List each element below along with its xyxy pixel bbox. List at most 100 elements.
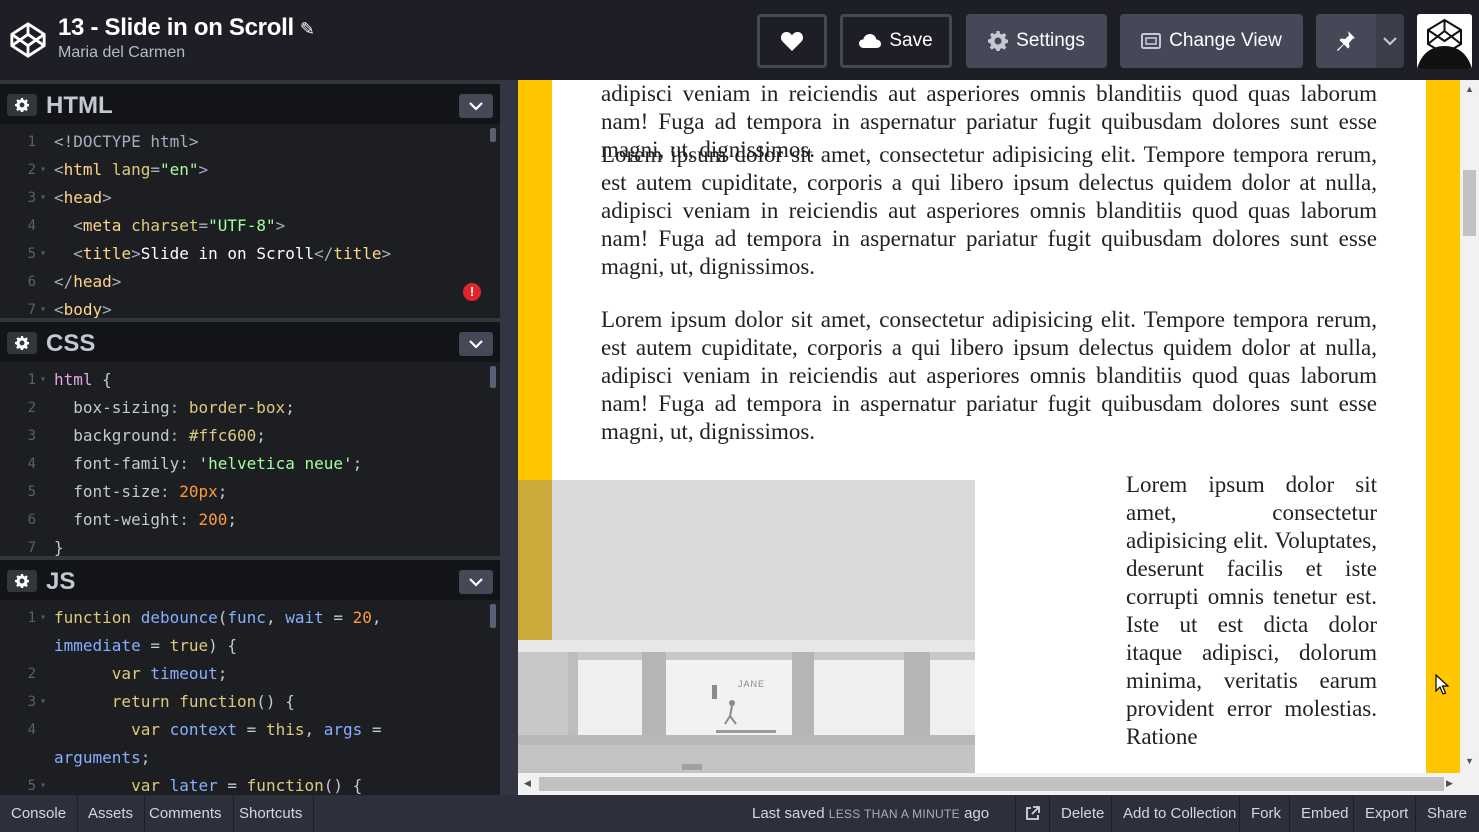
line-number: 1 xyxy=(27,134,36,150)
embed-button[interactable]: Embed xyxy=(1289,795,1360,832)
open-external-button[interactable] xyxy=(1015,795,1049,832)
preview-horizontal-scroll-thumb[interactable] xyxy=(539,777,1444,791)
share-button[interactable]: Share xyxy=(1415,795,1478,832)
top-header: 13 - Slide in on Scroll ✎ Maria del Carme… xyxy=(0,0,1479,80)
pen-author[interactable]: Maria del Carmen xyxy=(58,44,185,62)
code-text: box-sizing: border-box; xyxy=(54,398,295,417)
save-button[interactable]: Save xyxy=(840,14,952,68)
js-editor-scrollbar[interactable] xyxy=(490,604,496,628)
code-text: <!DOCTYPE html> xyxy=(54,132,199,151)
editor-preview-resizer[interactable] xyxy=(500,80,518,795)
css-editor-scrollbar[interactable] xyxy=(490,366,496,388)
code-text: <html lang="en"> xyxy=(54,160,209,179)
css-code[interactable]: 1 ▾ html {2 box-sizing: border-box; 3 backg… xyxy=(0,366,500,558)
export-button[interactable]: Export xyxy=(1353,795,1419,832)
js-editor-menu-button[interactable] xyxy=(459,570,493,594)
pin-dropdown-button[interactable] xyxy=(1376,14,1404,68)
code-line[interactable]: 2 var timeout; xyxy=(0,660,500,688)
avatar-image xyxy=(1417,14,1472,69)
code-line[interactable]: 7 ▾ <body> xyxy=(0,296,500,320)
code-line[interactable]: 4 font-family: 'helvetica neue'; xyxy=(0,450,500,478)
fold-arrow-icon[interactable]: ▾ xyxy=(40,156,46,184)
html-settings-button[interactable] xyxy=(7,94,37,116)
html-code[interactable]: 1 <!DOCTYPE html> 2 ▾ <html lang="en"> 3 ▾ <hea… xyxy=(0,128,500,320)
html-editor-scrollbar[interactable] xyxy=(490,128,496,142)
code-line[interactable]: 4 var context = this, args = xyxy=(0,716,500,744)
add-to-collection-button[interactable]: Add to Collection xyxy=(1111,795,1247,832)
shortcuts-button[interactable]: Shortcuts xyxy=(228,795,315,832)
line-number: 6 xyxy=(27,274,36,290)
preview-paragraph: Lorem ipsum dolor sit amet, consectetur … xyxy=(601,307,1377,444)
code-line[interactable]: 3 ▾ <head> xyxy=(0,184,500,212)
fold-arrow-icon[interactable]: ▾ xyxy=(40,296,46,320)
html-editor-menu-button[interactable] xyxy=(459,94,493,118)
scroll-up-arrow-icon[interactable]: ▲ xyxy=(1465,84,1474,94)
code-line[interactable]: 2 ▾ <html lang="en"> xyxy=(0,156,500,184)
fold-arrow-icon[interactable]: ▾ xyxy=(40,772,46,795)
pencil-icon[interactable]: ✎ xyxy=(300,19,315,39)
user-avatar[interactable] xyxy=(1417,14,1472,69)
code-text: <meta charset="UTF-8"> xyxy=(73,216,286,235)
code-line[interactable]: 2 box-sizing: border-box; xyxy=(0,394,500,422)
code-text: var timeout; xyxy=(111,664,228,683)
layout-icon xyxy=(1141,33,1162,49)
code-line[interactable]: 5 ▾ var later = function() { xyxy=(0,772,500,795)
fold-arrow-icon[interactable]: ▾ xyxy=(40,604,46,632)
fold-arrow-icon[interactable]: ▾ xyxy=(40,184,46,212)
code-line[interactable]: 1 <!DOCTYPE html> xyxy=(0,128,500,156)
console-button[interactable]: Console xyxy=(0,795,79,832)
code-line[interactable]: 1 ▾ function debounce(func, wait = 20, xyxy=(0,604,500,632)
fold-arrow-icon[interactable]: ▾ xyxy=(40,366,46,394)
code-text: var later = function() { xyxy=(131,776,363,795)
code-text: function debounce(func, wait = 20, xyxy=(54,608,382,627)
code-text: html { xyxy=(54,370,112,389)
code-line[interactable]: 5 font-size: 20px; xyxy=(0,478,500,506)
comments-button[interactable]: Comments xyxy=(138,795,234,832)
line-number: 7 xyxy=(27,302,36,318)
error-icon[interactable]: ! xyxy=(463,283,481,301)
delete-button[interactable]: Delete xyxy=(1049,795,1115,832)
css-editor: CSS 1 ▾ html {2 box-sizing: border-box; 3 b… xyxy=(0,318,500,558)
code-line[interactable]: 6 font-weight: 200; xyxy=(0,506,500,534)
line-number: 3 xyxy=(27,428,36,444)
code-line[interactable]: 5 ▾ <title>Slide in on Scroll</title> xyxy=(0,240,500,268)
line-number: 2 xyxy=(27,400,36,416)
codepen-logo-icon[interactable] xyxy=(9,21,47,59)
js-settings-button[interactable] xyxy=(7,570,37,592)
code-line[interactable]: 3 background: #ffc600; xyxy=(0,422,500,450)
chevron-down-icon xyxy=(469,339,483,349)
fold-arrow-icon[interactable]: ▾ xyxy=(40,240,46,268)
pen-title[interactable]: 13 - Slide in on Scroll ✎ xyxy=(58,14,315,42)
code-line[interactable]: 1 ▾ html { xyxy=(0,366,500,394)
code-line[interactable]: arguments; xyxy=(0,744,500,772)
scroll-down-arrow-icon[interactable]: ▼ xyxy=(1465,756,1474,766)
css-editor-menu-button[interactable] xyxy=(459,332,493,356)
code-line[interactable]: 4 <meta charset="UTF-8"> xyxy=(0,212,500,240)
slide-in-image: JANE xyxy=(518,480,975,773)
settings-button[interactable]: Settings xyxy=(966,14,1107,68)
love-button[interactable] xyxy=(757,14,827,68)
settings-label: Settings xyxy=(1016,30,1085,51)
code-line[interactable]: 7} xyxy=(0,534,500,558)
line-number: 7 xyxy=(27,540,36,556)
fork-button[interactable]: Fork xyxy=(1239,795,1292,832)
scroll-left-arrow-icon[interactable]: ◀ xyxy=(524,778,531,789)
pin-button[interactable] xyxy=(1316,14,1376,68)
code-text: var context = this, args = xyxy=(131,720,382,739)
code-line[interactable]: 6 </head> xyxy=(0,268,500,296)
mouse-cursor-icon xyxy=(1435,674,1449,695)
change-view-button[interactable]: Change View xyxy=(1120,14,1303,68)
css-settings-button[interactable] xyxy=(7,332,37,354)
code-line[interactable]: immediate = true) { xyxy=(0,632,500,660)
assets-button[interactable]: Assets xyxy=(77,795,146,832)
scroll-right-arrow-icon[interactable]: ▶ xyxy=(1446,778,1453,789)
preview-vertical-scroll-thumb[interactable] xyxy=(1463,170,1476,236)
saved-prefix: Last saved xyxy=(752,805,825,822)
chevron-down-icon xyxy=(1383,36,1397,46)
code-line[interactable]: 3 ▾ return function() { xyxy=(0,688,500,716)
js-editor-title: JS xyxy=(46,568,76,595)
fold-arrow-icon[interactable]: ▾ xyxy=(40,688,46,716)
external-link-icon xyxy=(1026,806,1040,820)
line-number: 2 xyxy=(27,666,36,682)
js-code[interactable]: 1 ▾ function debounce(func, wait = 20, imme… xyxy=(0,604,500,795)
